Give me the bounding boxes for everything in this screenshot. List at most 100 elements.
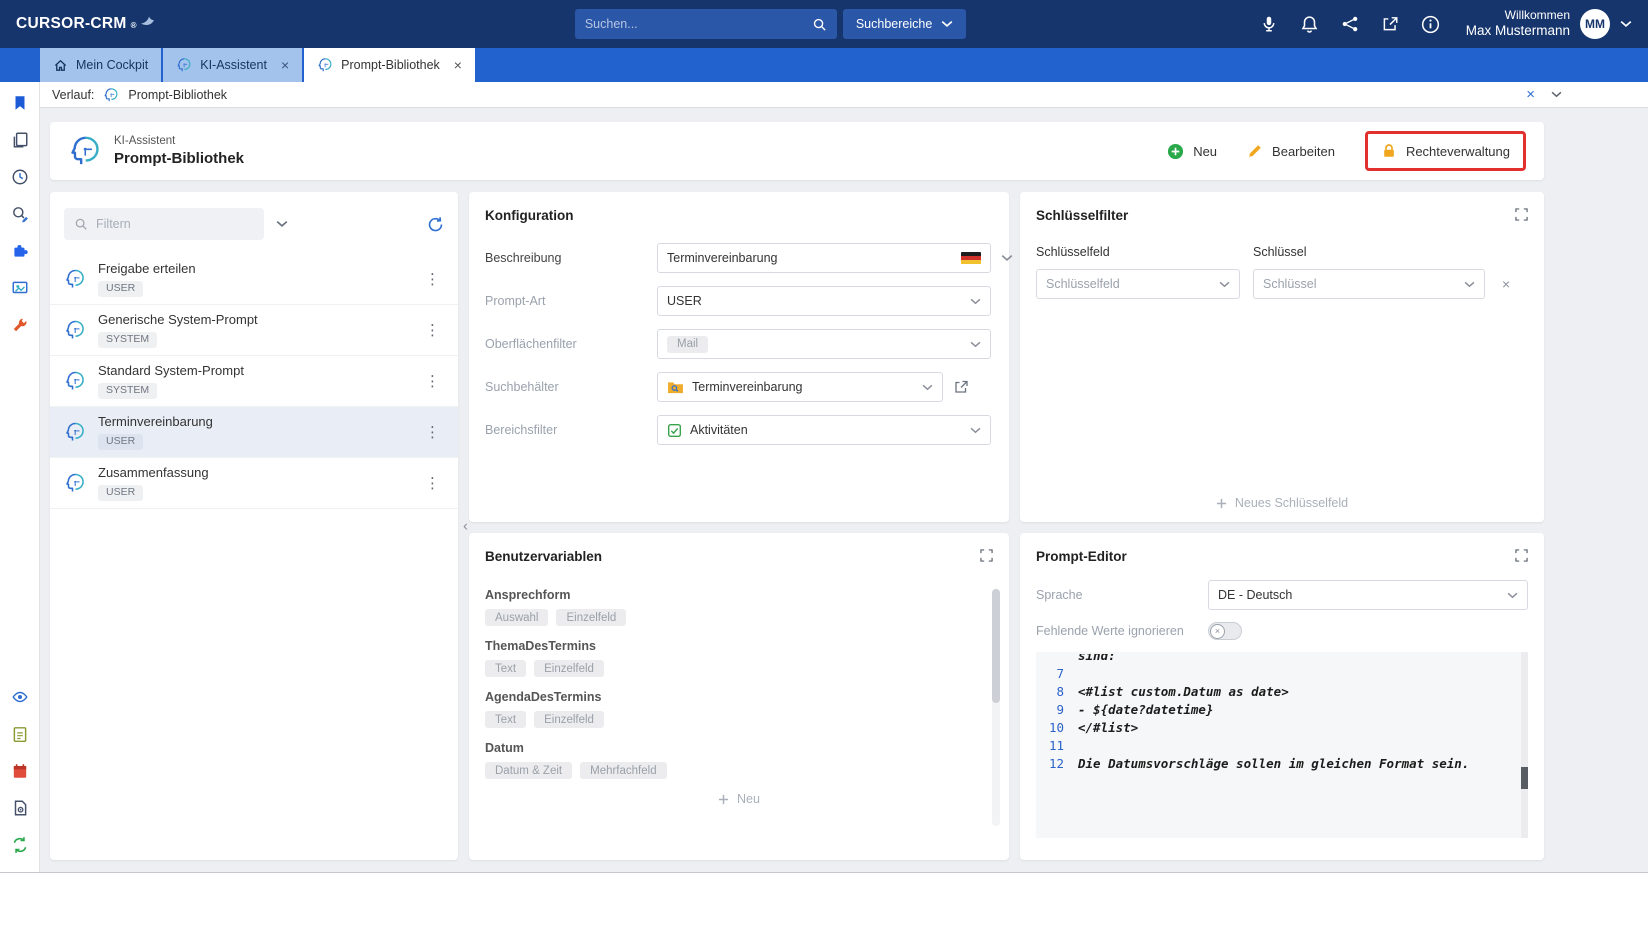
bookmark-icon[interactable] bbox=[9, 92, 31, 114]
scrollbar-thumb[interactable] bbox=[1521, 767, 1528, 789]
history-icon[interactable] bbox=[9, 166, 31, 188]
microphone-icon[interactable] bbox=[1260, 15, 1278, 33]
bereichsfilter-select[interactable]: Aktivitäten bbox=[657, 415, 991, 445]
german-flag-icon bbox=[961, 252, 981, 265]
page-header: KI-Assistent Prompt-Bibliothek Neu Bearb… bbox=[50, 122, 1544, 180]
code-line: 9- ${date?datetime} bbox=[1036, 701, 1528, 719]
column-header: Schlüssel bbox=[1253, 245, 1485, 259]
search-edit-icon[interactable] bbox=[9, 203, 31, 225]
history-bar: Verlauf: Prompt-Bibliothek × bbox=[40, 82, 1648, 108]
add-variable-button[interactable]: Neu bbox=[485, 792, 993, 806]
close-tab-icon[interactable]: × bbox=[281, 57, 289, 73]
close-tab-icon[interactable]: × bbox=[454, 57, 462, 73]
scrollbar-thumb[interactable] bbox=[992, 589, 1000, 703]
document-settings-icon[interactable] bbox=[9, 797, 31, 819]
list-item-freigabe-erteilen[interactable]: Freigabe erteilen USER ⋮ bbox=[50, 254, 458, 305]
prompt-editor-panel: Prompt-Editor Sprache DE - Deutsch Fehle… bbox=[1020, 533, 1544, 860]
panel-title: Schlüsselfilter bbox=[1036, 208, 1528, 223]
list-item-standard-system-prompt[interactable]: Standard System-Prompt SYSTEM ⋮ bbox=[50, 356, 458, 407]
page-subtitle: KI-Assistent bbox=[114, 134, 244, 149]
prompt-icon bbox=[68, 134, 102, 168]
scrollbar[interactable] bbox=[1521, 652, 1528, 838]
schluesselfeld-select[interactable]: Schlüsselfeld bbox=[1036, 269, 1240, 299]
tab-label: Mein Cockpit bbox=[76, 58, 148, 72]
chevron-down-icon bbox=[922, 384, 933, 391]
app-logo: CURSOR-CRM® bbox=[16, 15, 155, 33]
ignore-missing-toggle[interactable]: × bbox=[1208, 622, 1242, 640]
tools-icon[interactable] bbox=[9, 314, 31, 336]
filter-input[interactable] bbox=[96, 217, 254, 231]
neu-button[interactable]: Neu bbox=[1167, 143, 1217, 160]
filter-field[interactable] bbox=[64, 208, 264, 240]
suchbehaelter-select[interactable]: Terminvereinbarung bbox=[657, 372, 943, 402]
translations-chevron-icon[interactable] bbox=[1001, 254, 1013, 262]
search-icon[interactable] bbox=[812, 17, 827, 32]
sync-icon[interactable] bbox=[9, 834, 31, 856]
code-editor[interactable]: sind: 7 8<#list custom.Datum as date> 9-… bbox=[1036, 652, 1528, 838]
collapse-panel-icon[interactable]: ‹ bbox=[463, 518, 468, 535]
ignore-missing-label: Fehlende Werte ignorieren bbox=[1036, 624, 1208, 638]
filter-chevron-icon[interactable] bbox=[276, 220, 288, 228]
open-external-icon[interactable] bbox=[1381, 15, 1399, 33]
prompt-art-select[interactable]: USER bbox=[657, 286, 991, 316]
search-input[interactable] bbox=[585, 17, 804, 31]
variable-tag: Einzelfeld bbox=[534, 711, 604, 728]
kebab-menu-icon[interactable]: ⋮ bbox=[417, 423, 448, 441]
prompt-icon bbox=[64, 370, 86, 392]
modules-icon[interactable] bbox=[9, 240, 31, 262]
beschreibung-field[interactable] bbox=[657, 243, 991, 273]
tasks-icon[interactable] bbox=[9, 723, 31, 745]
scrollbar[interactable] bbox=[992, 589, 1000, 826]
variable-tag: Einzelfeld bbox=[556, 609, 626, 626]
oberflaechenfilter-select[interactable]: Mail bbox=[657, 329, 991, 359]
rechteverwaltung-button[interactable]: Rechteverwaltung bbox=[1381, 143, 1510, 159]
share-icon[interactable] bbox=[1341, 15, 1359, 33]
close-history-icon[interactable]: × bbox=[1526, 87, 1535, 102]
global-search[interactable] bbox=[575, 9, 837, 39]
list-item-generische-system-prompt[interactable]: Generische System-Prompt SYSTEM ⋮ bbox=[50, 305, 458, 356]
history-item[interactable]: Prompt-Bibliothek bbox=[128, 88, 227, 102]
plus-icon bbox=[1216, 498, 1227, 509]
variable-tag: Auswahl bbox=[485, 609, 548, 626]
refresh-icon[interactable] bbox=[427, 216, 444, 233]
content-area: KI-Assistent Prompt-Bibliothek Neu Bearb… bbox=[40, 108, 1648, 872]
expand-panel-icon[interactable] bbox=[980, 549, 993, 562]
kebab-menu-icon[interactable]: ⋮ bbox=[417, 372, 448, 390]
code-line: 11 bbox=[1036, 737, 1528, 755]
open-suchbehaelter-icon[interactable] bbox=[953, 379, 969, 395]
list-item-zusammenfassung[interactable]: Zusammenfassung USER ⋮ bbox=[50, 458, 458, 509]
tab-mein-cockpit[interactable]: Mein Cockpit bbox=[40, 48, 161, 82]
info-icon[interactable] bbox=[1421, 15, 1440, 34]
bearbeiten-button[interactable]: Bearbeiten bbox=[1247, 143, 1335, 159]
insight-icon[interactable] bbox=[9, 686, 31, 708]
field-label: Beschreibung bbox=[485, 251, 657, 265]
documents-icon[interactable] bbox=[9, 129, 31, 151]
tab-prompt-bibliothek[interactable]: Prompt-Bibliothek × bbox=[304, 48, 475, 82]
home-icon bbox=[53, 58, 68, 73]
avatar[interactable]: MM bbox=[1580, 9, 1610, 39]
user-menu-chevron-icon[interactable] bbox=[1620, 20, 1632, 28]
remove-filter-icon[interactable]: × bbox=[1498, 276, 1528, 292]
history-label: Verlauf: bbox=[52, 88, 94, 102]
logo-text: CURSOR-CRM bbox=[16, 15, 127, 33]
kebab-menu-icon[interactable]: ⋮ bbox=[417, 270, 448, 288]
list-item-terminvereinbarung[interactable]: Terminvereinbarung USER ⋮ bbox=[50, 407, 458, 458]
calendar-icon[interactable] bbox=[9, 760, 31, 782]
kebab-menu-icon[interactable]: ⋮ bbox=[417, 474, 448, 492]
history-expand-chevron-icon[interactable] bbox=[1551, 91, 1562, 98]
tab-ki-assistent[interactable]: KI-Assistent × bbox=[163, 48, 302, 82]
add-schluesselfeld-button[interactable]: Neues Schlüsselfeld bbox=[1020, 496, 1544, 510]
bell-icon[interactable] bbox=[1300, 15, 1319, 34]
prompt-icon bbox=[317, 57, 333, 73]
search-areas-dropdown[interactable]: Suchbereiche bbox=[843, 9, 966, 39]
expand-panel-icon[interactable] bbox=[1515, 208, 1528, 221]
user-name: Max Mustermann bbox=[1466, 23, 1570, 40]
kebab-menu-icon[interactable]: ⋮ bbox=[417, 321, 448, 339]
schluessel-select[interactable]: Schlüssel bbox=[1253, 269, 1485, 299]
media-icon[interactable] bbox=[9, 277, 31, 299]
beschreibung-input[interactable] bbox=[667, 251, 953, 265]
konfiguration-panel: Konfiguration Beschreibung Prompt-Art bbox=[469, 192, 1009, 522]
expand-panel-icon[interactable] bbox=[1515, 549, 1528, 562]
search-icon bbox=[74, 217, 88, 231]
sprache-select[interactable]: DE - Deutsch bbox=[1208, 580, 1528, 610]
